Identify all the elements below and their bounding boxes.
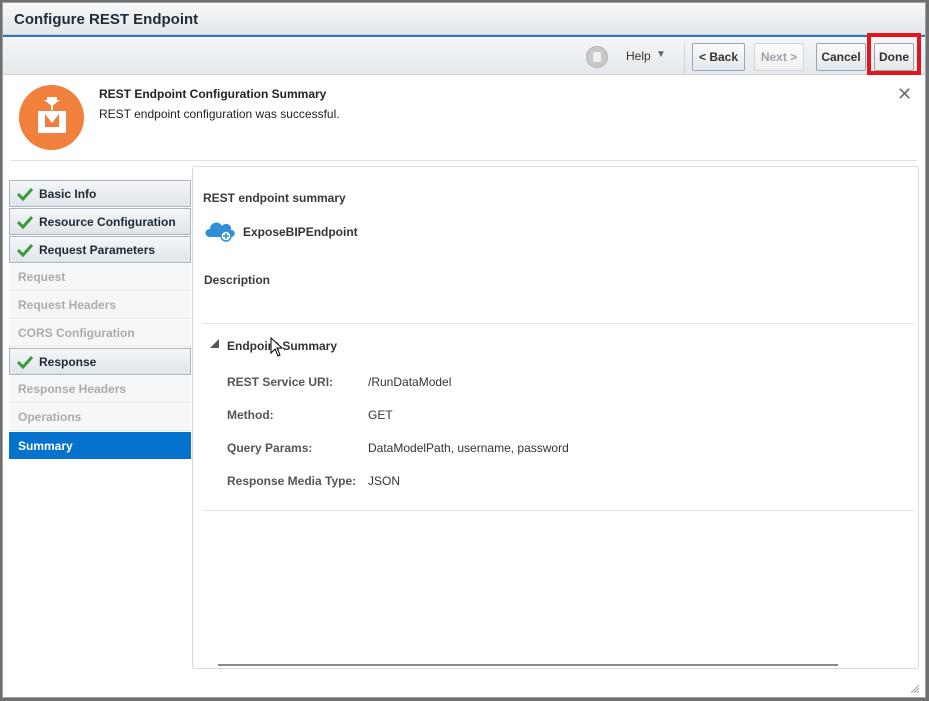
field-label-media-type: Response Media Type: — [227, 474, 357, 488]
step-operations[interactable]: Operations — [9, 404, 191, 431]
step-resource-configuration[interactable]: Resource Configuration — [9, 208, 191, 235]
mouse-cursor-icon — [270, 337, 284, 357]
step-summary[interactable]: Summary — [9, 432, 191, 459]
wizard-step-nav: Basic Info Resource Configuration Reques… — [9, 180, 191, 460]
close-icon[interactable]: ✕ — [897, 85, 912, 103]
banner-title: REST Endpoint Configuration Summary — [99, 87, 327, 101]
description-label: Description — [204, 273, 271, 287]
help-topic-icon[interactable] — [586, 46, 608, 68]
step-cors-configuration[interactable]: CORS Configuration — [9, 320, 191, 347]
field-label-query-params: Query Params: — [227, 441, 313, 455]
step-label: Response — [39, 354, 97, 369]
resize-grip-icon[interactable] — [908, 682, 920, 694]
rest-cloud-icon — [205, 222, 235, 242]
dialog-titlebar: Configure REST Endpoint — [3, 3, 925, 35]
summary-panel: REST endpoint summary ExposeBIPEndpoint … — [192, 166, 919, 669]
confirmation-banner: REST Endpoint Configuration Summary REST… — [11, 77, 917, 161]
configure-rest-endpoint-dialog: Configure REST Endpoint Help ▼ < Back Ne… — [2, 2, 926, 698]
next-button[interactable]: Next > — [754, 43, 804, 71]
checkmark-icon — [17, 187, 33, 201]
toolbar-divider — [684, 43, 685, 73]
chevron-down-icon[interactable]: ▼ — [656, 49, 666, 60]
step-label: Operations — [18, 410, 82, 424]
help-menu[interactable]: Help — [626, 49, 651, 63]
field-label-uri: REST Service URI: — [227, 375, 334, 389]
endpoint-name: ExposeBIPEndpoint — [243, 225, 358, 239]
divider — [203, 510, 914, 511]
step-label: Summary — [18, 438, 73, 453]
horizontal-scrollbar[interactable] — [218, 664, 838, 666]
step-response[interactable]: Response — [9, 348, 191, 375]
checkmark-icon — [17, 243, 33, 257]
section-title: REST endpoint summary — [203, 191, 346, 205]
cancel-button[interactable]: Cancel — [816, 43, 866, 71]
checkmark-icon — [17, 215, 33, 229]
checkmark-icon — [17, 355, 33, 369]
wizard-toolbar: Help ▼ < Back Next > Cancel Done — [3, 35, 925, 75]
step-label: Request Headers — [18, 298, 117, 312]
step-request-headers[interactable]: Request Headers — [9, 292, 191, 319]
step-response-headers[interactable]: Response Headers — [9, 376, 191, 403]
field-value-query-params: DataModelPath, username, password — [368, 441, 569, 455]
step-label: Response Headers — [18, 382, 127, 396]
step-label: CORS Configuration — [18, 326, 135, 340]
dialog-title: Configure REST Endpoint — [14, 11, 199, 28]
field-label-method: Method: — [227, 408, 274, 422]
step-label: Request Parameters — [39, 242, 156, 257]
field-value-uri: /RunDataModel — [368, 375, 452, 389]
field-value-method: GET — [368, 408, 393, 422]
step-request-parameters[interactable]: Request Parameters — [9, 236, 191, 263]
disclosure-triangle-icon[interactable] — [210, 339, 219, 348]
step-label: Request — [18, 270, 66, 284]
field-value-media-type: JSON — [368, 474, 401, 488]
step-label: Basic Info — [39, 186, 97, 201]
step-request[interactable]: Request — [9, 264, 191, 291]
back-button[interactable]: < Back — [692, 43, 745, 71]
step-label: Resource Configuration — [39, 214, 176, 229]
step-basic-info[interactable]: Basic Info — [9, 180, 191, 207]
divider — [203, 323, 914, 324]
success-badge-icon — [19, 85, 84, 150]
done-button-highlight — [867, 33, 921, 75]
banner-message: REST endpoint configuration was successf… — [99, 107, 340, 121]
